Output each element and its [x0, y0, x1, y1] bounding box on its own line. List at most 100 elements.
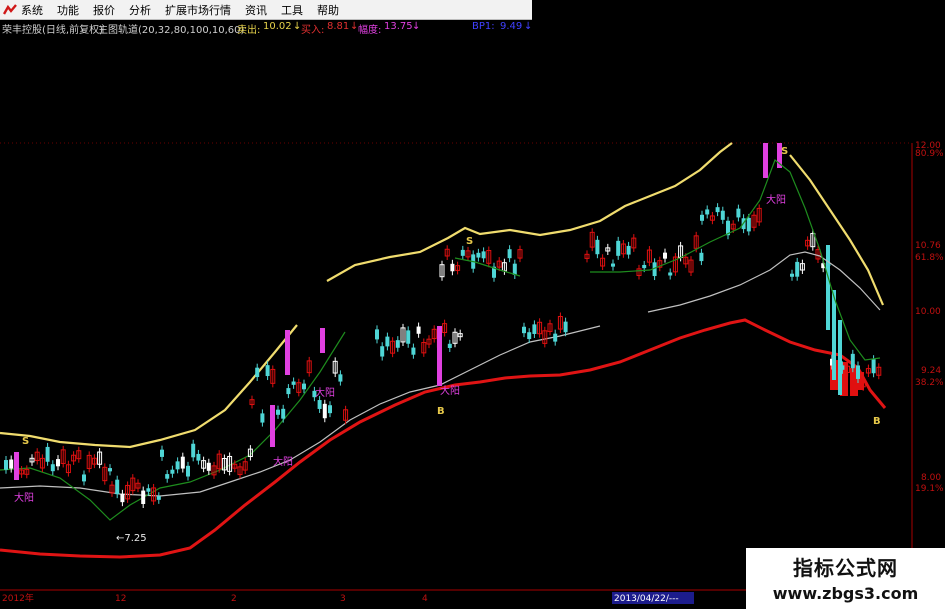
candle-body: [507, 249, 512, 259]
upper-band-line-3: [789, 154, 885, 306]
candle-body: [375, 329, 379, 340]
signal-b-1: B: [437, 406, 445, 417]
middle-line: [0, 325, 601, 497]
upper-band-line-2: [326, 142, 733, 282]
candle-body: [395, 340, 400, 348]
big-yang-label-2: 大阳: [273, 455, 293, 468]
candle-body: [563, 321, 568, 333]
candle-body: [626, 245, 631, 255]
candle-body: [141, 490, 146, 505]
moving-average-line-3: [590, 159, 881, 361]
big-yang-bar: [320, 328, 325, 353]
candle-body: [191, 443, 196, 458]
candle-body: [56, 459, 60, 467]
candle-body: [700, 214, 704, 221]
candle-body: [736, 208, 741, 218]
time-label-3: 3: [340, 594, 346, 604]
candle-body: [850, 353, 855, 369]
price-tick-9-24: 9.24: [921, 366, 941, 376]
candle-body: [416, 326, 421, 334]
candle-body: [160, 449, 164, 457]
candle-body: [255, 367, 260, 378]
big-yang-bar: [285, 330, 290, 375]
signal-s-3: S: [781, 146, 788, 157]
signal-s-2: S: [466, 236, 473, 247]
candle-body: [45, 446, 50, 462]
price-tick-19-1: 19.1%: [915, 484, 944, 494]
candlesticks: [4, 203, 882, 509]
candle-body: [715, 207, 720, 213]
candle-body: [481, 251, 486, 259]
price-tick-10-00: 10.00: [915, 307, 941, 317]
candle-body: [826, 245, 830, 330]
candle-body: [180, 456, 185, 469]
candle-body: [108, 468, 112, 472]
candle-body: [170, 469, 175, 474]
candle-body: [328, 405, 332, 414]
price-tick-61-8: 61.8%: [915, 253, 944, 263]
candle-body: [746, 217, 751, 232]
time-label-2012: 2012年: [2, 592, 34, 604]
candle-body: [317, 400, 322, 409]
signal-s-1: S: [22, 436, 29, 447]
candle-body: [871, 359, 876, 374]
watermark-url: www.zbgs3.com: [772, 584, 919, 603]
time-label-4: 4: [422, 594, 428, 604]
time-label-12: 12: [115, 594, 126, 604]
watermark-badge: 指标公式网 www.zbgs3.com: [746, 548, 945, 609]
candle-body: [196, 453, 201, 461]
candle-body: [642, 264, 647, 269]
candle-body: [663, 252, 667, 259]
moving-average-line: [0, 331, 346, 521]
big-yang-label-3: 大阳: [315, 386, 335, 399]
candle-body: [276, 409, 280, 415]
candle-body: [206, 462, 211, 471]
candle-body: [795, 261, 800, 277]
candle-body: [856, 365, 860, 379]
big-yang-label-1: 大阳: [14, 491, 34, 504]
low-price-marker: ←7.25: [116, 533, 147, 544]
date-cursor-label: 2013/04/22/---: [614, 594, 679, 604]
candle-body: [460, 249, 465, 256]
candle-body: [385, 336, 390, 347]
lower-band-line: [0, 318, 887, 559]
middle-line-2: [647, 251, 881, 313]
candle-body: [265, 365, 270, 377]
candle-body: [595, 239, 600, 255]
watermark-title: 指标公式网: [793, 556, 898, 580]
signal-b-2: B: [873, 416, 881, 427]
candle-body: [532, 324, 537, 334]
candle-body: [406, 330, 411, 344]
candle-body: [553, 333, 558, 342]
candle-body: [450, 263, 455, 272]
candle-body: [668, 272, 673, 276]
candle-body: [512, 263, 517, 276]
candle-body: [165, 474, 170, 479]
candle-body: [175, 461, 180, 470]
candle-body: [476, 252, 481, 258]
candle-body: [50, 464, 55, 472]
candle-body: [838, 320, 842, 395]
big-yang-bars: [14, 143, 782, 480]
candle-body: [281, 408, 286, 419]
big-yang-bar: [763, 143, 768, 178]
kline-chart[interactable]: S S S B B 大阳 大阳 大阳 大阳 大阳 ←7.25 12.00 80.…: [0, 0, 945, 609]
candle-body: [338, 374, 343, 382]
candle-body: [286, 388, 291, 395]
moving-average-line-2: [454, 257, 521, 277]
big-yang-label-5: 大阳: [766, 193, 786, 206]
candle-body: [260, 413, 265, 423]
candle-body: [291, 381, 296, 385]
upper-band-line: [0, 324, 298, 449]
candle-body: [447, 343, 452, 348]
candle-body: [832, 290, 836, 380]
candle-body: [790, 273, 794, 277]
candle-body: [527, 332, 532, 340]
candle-body: [380, 346, 385, 357]
price-tick-38-2: 38.2%: [915, 378, 944, 388]
candle-body: [146, 488, 151, 492]
time-label-2: 2: [231, 594, 237, 604]
candle-body: [705, 209, 710, 215]
candle-body: [616, 240, 621, 256]
candle-body: [302, 383, 306, 390]
